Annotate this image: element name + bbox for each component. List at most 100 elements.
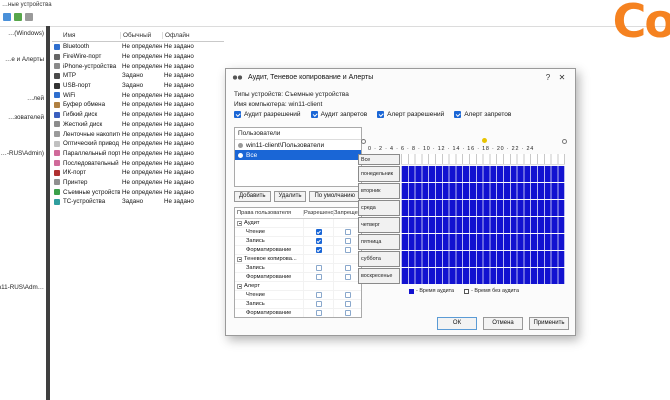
- ok-button[interactable]: ОК: [437, 317, 477, 330]
- rights-row[interactable]: Запись: [235, 300, 361, 309]
- day-button-friday[interactable]: пятница: [358, 234, 400, 250]
- delete-user-button[interactable]: Удалить: [273, 191, 307, 202]
- device-row[interactable]: WiFi Не определено Не задано: [52, 90, 224, 100]
- allowed-checkbox[interactable]: [315, 292, 322, 298]
- device-type-label: Типы устройств: Съемные устройства: [234, 91, 349, 98]
- schedule-grid-sunday[interactable]: [401, 268, 565, 284]
- denied-checkbox[interactable]: [344, 247, 351, 253]
- user-icon: [238, 152, 243, 158]
- alert-denied-checkbox[interactable]: [454, 111, 462, 118]
- denied-checkbox[interactable]: [344, 274, 351, 280]
- denied-checkbox[interactable]: [344, 310, 351, 316]
- tree-item[interactable]: Win11-RUS\Adm…: [0, 284, 44, 291]
- device-row[interactable]: ТС-устройства Задано Не задано: [52, 197, 224, 207]
- collapse-icon[interactable]: [237, 256, 242, 262]
- cancel-button[interactable]: Отмена: [483, 317, 523, 330]
- panel-splitter[interactable]: [46, 26, 50, 400]
- audit-denied-checkbox[interactable]: [310, 111, 318, 118]
- device-row[interactable]: Принтер Не определено Не задано: [52, 178, 224, 188]
- column-header-offline[interactable]: Офлайн: [162, 32, 202, 39]
- schedule-grid-tuesday[interactable]: [401, 183, 565, 199]
- denied-checkbox[interactable]: [344, 301, 351, 307]
- alert-allowed-checkbox[interactable]: [377, 111, 385, 118]
- day-button-thursday[interactable]: четверг: [358, 217, 400, 233]
- toolbar-icon-1[interactable]: [3, 13, 11, 21]
- collapse-icon[interactable]: [237, 220, 242, 226]
- schedule-grid-wednesday[interactable]: [401, 200, 565, 216]
- denied-checkbox[interactable]: [344, 292, 351, 298]
- alert-allowed-option[interactable]: Алерт разрешений: [377, 111, 444, 118]
- day-button-saturday[interactable]: суббота: [358, 251, 400, 267]
- toolbar-icon-2[interactable]: [14, 13, 22, 21]
- day-button-tuesday[interactable]: вторник: [358, 183, 400, 199]
- app-window: …ные устройства …(Windows) …е и Алерты ……: [0, 0, 670, 400]
- device-row[interactable]: FireWire-порт Не определено Не задано: [52, 52, 224, 62]
- allowed-checkbox[interactable]: [315, 310, 322, 316]
- default-button[interactable]: По умолчанию: [309, 191, 361, 202]
- column-header-regular[interactable]: Обычный: [120, 32, 162, 39]
- audit-allowed-option[interactable]: Аудит разрешений: [234, 111, 301, 118]
- alert-denied-option[interactable]: Алерт запретов: [454, 111, 511, 118]
- day-button-wednesday[interactable]: среда: [358, 200, 400, 216]
- tape-drive-icon: [54, 131, 60, 138]
- tree-item[interactable]: …зователей: [8, 114, 44, 121]
- day-button-monday[interactable]: понедельник: [358, 166, 400, 182]
- device-row[interactable]: Ленточные накопите...Не определеноНе зад…: [52, 129, 224, 139]
- allowed-checkbox[interactable]: [315, 274, 322, 280]
- denied-checkbox[interactable]: [344, 265, 351, 271]
- help-button[interactable]: ?: [541, 73, 555, 82]
- device-row[interactable]: iPhone-устройства Не определено Не задано: [52, 61, 224, 71]
- schedule-grid-saturday[interactable]: [401, 251, 565, 267]
- allowed-checkbox[interactable]: [315, 238, 322, 244]
- collapse-icon[interactable]: [237, 283, 242, 289]
- device-row[interactable]: Гибкий диск Не определено Не задано: [52, 110, 224, 120]
- rights-row[interactable]: Форматирование: [235, 309, 361, 317]
- add-user-button[interactable]: Добавить: [234, 191, 271, 202]
- bluetooth-icon: [54, 43, 60, 50]
- apply-button[interactable]: Применить: [529, 317, 569, 330]
- tree-item[interactable]: …е и Алерты: [5, 56, 44, 63]
- allowed-checkbox[interactable]: [315, 301, 322, 307]
- user-item[interactable]: Все: [235, 150, 361, 160]
- schedule-grid-all[interactable]: [401, 154, 565, 165]
- device-row[interactable]: MTP Задано Не задано: [52, 71, 224, 81]
- allowed-checkbox[interactable]: [315, 229, 322, 235]
- user-item[interactable]: win11-client\Пользователи: [235, 140, 361, 150]
- tree-item[interactable]: …лей: [27, 95, 44, 102]
- audit-allowed-checkbox[interactable]: [234, 111, 241, 118]
- rights-group-row[interactable]: Теневое копирова...: [235, 255, 361, 264]
- device-row[interactable]: Bluetooth Не определено Не задано: [52, 42, 224, 52]
- schedule-grid-friday[interactable]: [401, 234, 565, 250]
- device-row[interactable]: Съемные устройства Не определено Не задано: [52, 187, 224, 197]
- rights-row[interactable]: Запись: [235, 237, 361, 246]
- tree-item[interactable]: …-RUS\Admin): [1, 150, 44, 157]
- schedule-grid-thursday[interactable]: [401, 217, 565, 233]
- denied-checkbox[interactable]: [344, 238, 351, 244]
- device-row[interactable]: USB-порт Задано Не задано: [52, 81, 224, 91]
- allowed-checkbox[interactable]: [315, 247, 322, 253]
- close-icon[interactable]: ✕: [555, 73, 569, 82]
- day-button-all[interactable]: Все: [358, 154, 400, 165]
- device-row[interactable]: Оптический привод Не определено Не задано: [52, 139, 224, 149]
- tree-item[interactable]: …(Windows): [8, 30, 44, 37]
- denied-checkbox[interactable]: [344, 229, 351, 235]
- device-row[interactable]: Параллельный порт Не определено Не задано: [52, 149, 224, 159]
- device-row[interactable]: Последовательный п...Не определеноНе зад…: [52, 158, 224, 168]
- rights-row[interactable]: Форматирование: [235, 246, 361, 255]
- audit-denied-option[interactable]: Аудит запретов: [310, 111, 367, 118]
- audit-time-swatch: [409, 288, 415, 294]
- day-button-sunday[interactable]: воскресенье: [358, 268, 400, 284]
- toolbar-icon-3[interactable]: [25, 13, 33, 21]
- device-row[interactable]: Буфер обмена Не определено Не задано: [52, 100, 224, 110]
- device-row[interactable]: ИК-порт Не определено Не задано: [52, 168, 224, 178]
- device-row[interactable]: Жесткий диск Не определено Не задано: [52, 120, 224, 130]
- rights-row[interactable]: Чтение: [235, 291, 361, 300]
- schedule-grid-monday[interactable]: [401, 166, 565, 182]
- rights-group-row[interactable]: Аудит: [235, 219, 361, 228]
- rights-row[interactable]: Чтение: [235, 228, 361, 237]
- rights-group-row[interactable]: Алерт: [235, 282, 361, 291]
- column-header-name[interactable]: Имя: [52, 32, 120, 39]
- rights-row[interactable]: Запись: [235, 264, 361, 273]
- rights-row[interactable]: Форматирование: [235, 273, 361, 282]
- allowed-checkbox[interactable]: [315, 265, 322, 271]
